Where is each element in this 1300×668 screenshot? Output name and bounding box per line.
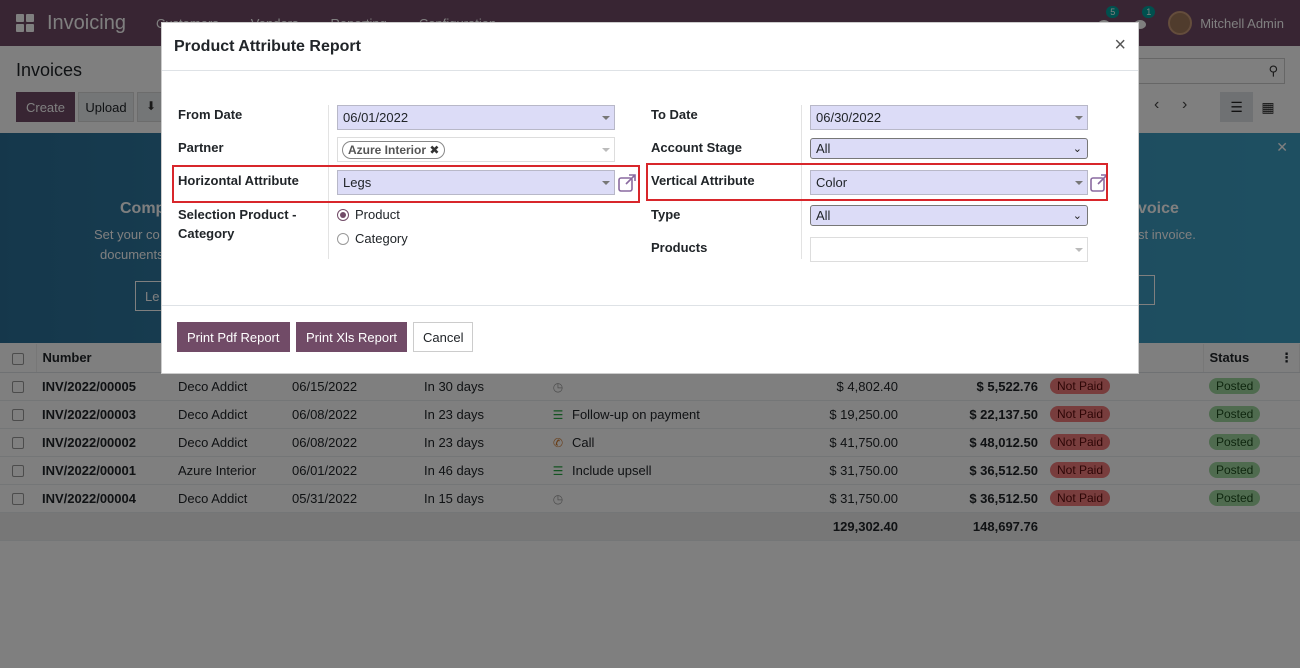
cancel-button[interactable]: Cancel bbox=[413, 322, 474, 352]
to-date-field[interactable]: 06/30/2022 bbox=[810, 105, 1088, 130]
modal-header: Product Attribute Report × bbox=[162, 23, 1138, 71]
radio-category[interactable]: Category bbox=[337, 231, 408, 246]
products-label: Products bbox=[651, 240, 708, 255]
type-select[interactable]: All ⌄ bbox=[810, 205, 1088, 226]
from-date-value: 06/01/2022 bbox=[343, 110, 409, 125]
account-stage-label: Account Stage bbox=[651, 140, 743, 155]
selection-label-line-1: Selection Product - bbox=[178, 207, 297, 222]
radio-category-button[interactable] bbox=[337, 232, 349, 245]
radio-category-label: Category bbox=[355, 231, 408, 246]
partner-tag: Azure Interior ✖ bbox=[342, 141, 446, 159]
partner-tag-remove-icon[interactable]: ✖ bbox=[429, 143, 439, 157]
selection-label-line-2: Category bbox=[178, 226, 235, 241]
from-date-label: From Date bbox=[178, 107, 243, 122]
partner-field[interactable]: Azure Interior ✖ bbox=[337, 137, 615, 162]
print-pdf-report-button[interactable]: Print Pdf Report bbox=[177, 322, 290, 352]
modal-body: From Date 06/01/2022 Partner Azure Inter… bbox=[162, 71, 1138, 306]
to-date-caret-icon bbox=[1075, 116, 1083, 120]
products-caret-icon bbox=[1075, 248, 1083, 252]
modal-footer: Print Pdf Report Print Xls Report Cancel bbox=[162, 305, 1138, 373]
type-value: All bbox=[816, 208, 831, 223]
radio-product[interactable]: Product bbox=[337, 207, 400, 222]
radio-product-label: Product bbox=[355, 207, 400, 222]
products-field[interactable] bbox=[810, 237, 1088, 262]
selection-label: Selection Product - Category bbox=[178, 205, 296, 243]
product-attribute-report-dialog: Product Attribute Report × From Date 06/… bbox=[161, 22, 1139, 374]
print-xls-report-button[interactable]: Print Xls Report bbox=[296, 322, 408, 352]
from-date-field[interactable]: 06/01/2022 bbox=[337, 105, 615, 130]
type-chevron-down-icon: ⌄ bbox=[1072, 210, 1082, 222]
radio-product-button[interactable] bbox=[337, 208, 349, 221]
partner-label: Partner bbox=[178, 140, 224, 155]
vertical-attribute-highlight bbox=[646, 163, 1108, 201]
horizontal-attribute-highlight bbox=[172, 165, 640, 203]
type-label: Type bbox=[651, 207, 681, 222]
from-date-caret-icon bbox=[602, 116, 610, 120]
partner-tag-label: Azure Interior bbox=[348, 143, 427, 157]
modal-title: Product Attribute Report bbox=[174, 38, 361, 55]
account-stage-chevron-down-icon: ⌄ bbox=[1072, 143, 1082, 155]
account-stage-value: All bbox=[816, 141, 831, 156]
modal-close-icon[interactable]: × bbox=[1114, 34, 1126, 57]
partner-caret-icon bbox=[602, 148, 610, 152]
to-date-value: 06/30/2022 bbox=[816, 110, 882, 125]
to-date-label: To Date bbox=[651, 107, 698, 122]
account-stage-select[interactable]: All ⌄ bbox=[810, 138, 1088, 159]
